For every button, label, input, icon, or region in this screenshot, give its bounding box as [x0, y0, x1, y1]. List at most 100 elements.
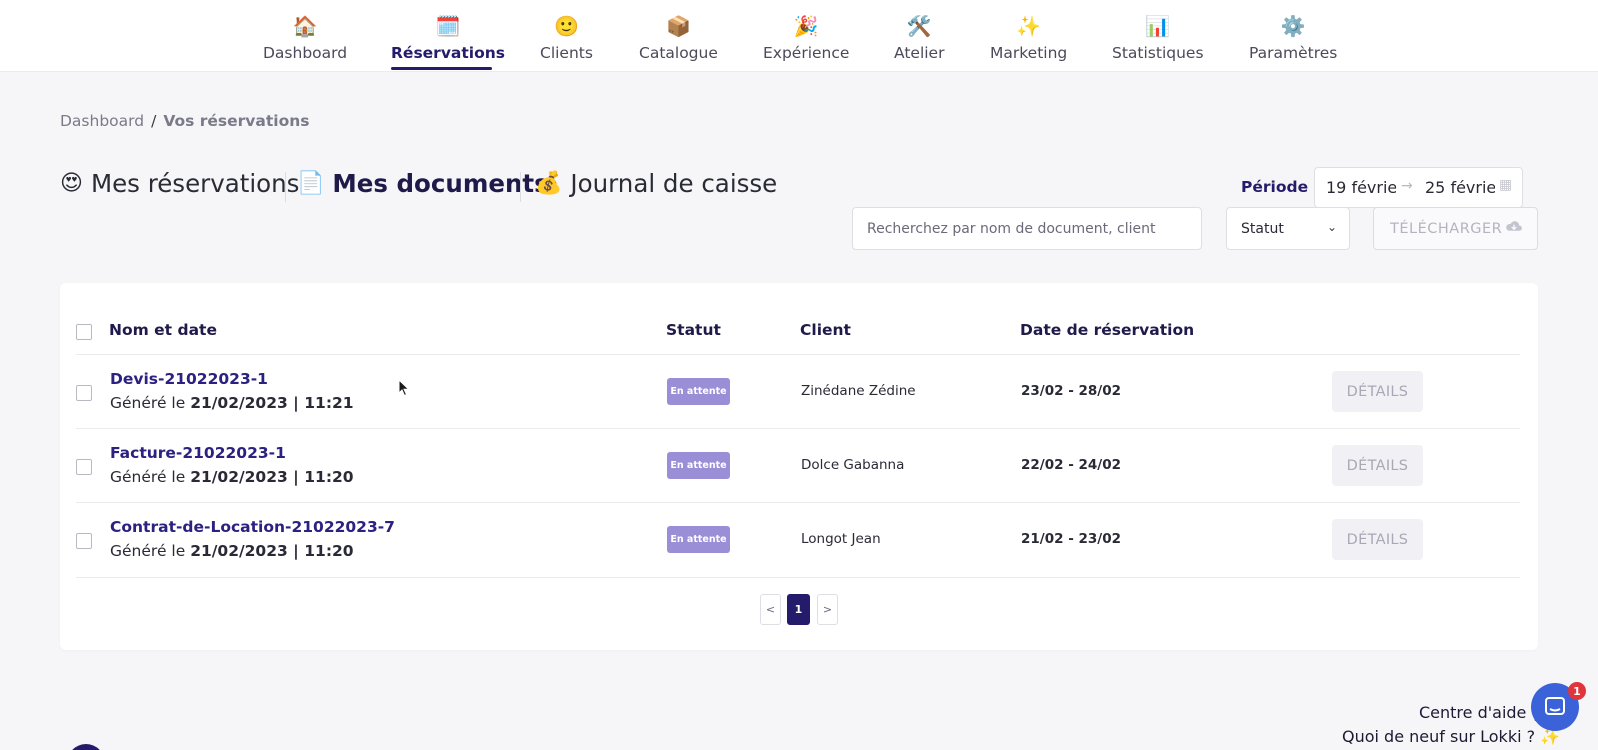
- nav-item-label: Paramètres: [1249, 44, 1338, 62]
- pagination-next-button[interactable]: >: [817, 594, 838, 625]
- generated-value: 21/02/2023 | 11:20: [190, 542, 354, 560]
- breadcrumb: Dashboard / Vos réservations: [60, 112, 309, 130]
- nav-item-parametres[interactable]: ⚙️ Paramètres: [1249, 14, 1337, 62]
- status-badge: En attente: [667, 526, 730, 553]
- row-checkbox[interactable]: [76, 385, 92, 401]
- nav-item-label: Statistiques: [1112, 44, 1204, 62]
- nav-item-label: Réservations: [391, 44, 506, 62]
- column-header-date: Date de réservation: [1020, 321, 1195, 339]
- nav-item-catalogue[interactable]: 📦 Catalogue: [639, 14, 718, 62]
- calendar-icon: ▦: [1499, 177, 1513, 193]
- tab-label: Mes documents: [332, 169, 549, 198]
- nav-item-marketing[interactable]: ✨ Marketing: [990, 14, 1067, 62]
- sparkles-icon: ✨: [1016, 14, 1042, 38]
- reservation-dates: 22/02 - 24/02: [1021, 457, 1122, 473]
- client-name: Zinédane Zédine: [801, 383, 916, 399]
- row-divider: [76, 577, 1520, 578]
- select-all-checkbox[interactable]: [76, 324, 92, 340]
- mouse-cursor-icon: [398, 379, 410, 397]
- document-generated-date: Généré le 21/02/2023 | 11:20: [110, 542, 354, 560]
- nav-item-reservations[interactable]: 🗓️ Réservations: [391, 14, 505, 62]
- top-navigation: 🏠 Dashboard 🗓️ Réservations 🙂 Clients 📦 …: [0, 0, 1598, 72]
- tab-label: Journal de caisse: [570, 169, 778, 198]
- tab-mes-documents[interactable]: 📄 Mes documents: [297, 169, 549, 198]
- reservation-dates: 23/02 - 28/02: [1021, 383, 1122, 399]
- document-generated-date: Généré le 21/02/2023 | 11:20: [110, 468, 354, 486]
- generated-label: Généré le: [110, 394, 186, 412]
- download-button[interactable]: TÉLÉCHARGER: [1373, 207, 1538, 250]
- download-button-label: TÉLÉCHARGER: [1390, 220, 1503, 237]
- status-badge: En attente: [667, 378, 730, 405]
- cloud-download-icon: [1506, 221, 1522, 231]
- breadcrumb-root-link[interactable]: Dashboard: [60, 112, 144, 130]
- column-header-status: Statut: [666, 321, 721, 339]
- nav-item-label: Clients: [540, 44, 593, 62]
- pagination-prev-button[interactable]: <: [760, 594, 781, 625]
- breadcrumb-separator: /: [151, 112, 157, 130]
- details-button[interactable]: DÉTAILS: [1332, 519, 1423, 560]
- status-filter-select[interactable]: Statut ⌄: [1226, 207, 1350, 250]
- document-name-link[interactable]: Devis-21022023-1: [110, 370, 268, 388]
- tools-icon: 🛠️: [906, 14, 932, 38]
- client-name: Dolce Gabanna: [801, 457, 905, 473]
- document-name-link[interactable]: Facture-21022023-1: [110, 444, 286, 462]
- nav-item-label: Dashboard: [263, 44, 348, 62]
- column-header-name: Nom et date: [109, 321, 217, 339]
- document-icon: 📄: [297, 171, 325, 196]
- tab-label: Mes réservations: [90, 169, 300, 198]
- nav-item-label: Atelier: [894, 44, 945, 62]
- generated-value: 21/02/2023 | 11:20: [190, 468, 354, 486]
- tab-mes-reservations[interactable]: 😍 Mes réservations: [60, 169, 299, 198]
- package-icon: 📦: [665, 14, 691, 38]
- column-header-client: Client: [800, 321, 851, 339]
- nav-item-label: Marketing: [990, 44, 1068, 62]
- money-bag-icon: 💰: [535, 171, 563, 196]
- status-badge: En attente: [667, 452, 730, 479]
- reservation-dates: 21/02 - 23/02: [1021, 531, 1122, 547]
- row-divider: [76, 354, 1520, 355]
- status-filter-label: Statut: [1241, 220, 1284, 237]
- tab-divider: [520, 172, 521, 202]
- document-generated-date: Généré le 21/02/2023 | 11:21: [110, 394, 354, 412]
- avatar[interactable]: [67, 744, 105, 750]
- documents-table-card: Nom et date Statut Client Date de réserv…: [60, 283, 1538, 650]
- tab-journal-de-caisse[interactable]: 💰 Journal de caisse: [535, 169, 777, 198]
- nav-item-statistiques[interactable]: 📊 Statistiques: [1112, 14, 1204, 62]
- generated-value: 21/02/2023 | 11:21: [190, 394, 354, 412]
- chat-notification-badge: 1: [1568, 682, 1586, 700]
- row-checkbox[interactable]: [76, 533, 92, 549]
- row-divider: [76, 428, 1520, 429]
- details-button[interactable]: DÉTAILS: [1332, 445, 1423, 486]
- bar-chart-icon: 📊: [1145, 14, 1171, 38]
- nav-item-label: Expérience: [763, 44, 850, 62]
- arrow-right-icon: →: [1401, 178, 1413, 194]
- gear-icon: ⚙️: [1280, 14, 1306, 38]
- generated-label: Généré le: [110, 542, 186, 560]
- breadcrumb-current: Vos réservations: [163, 112, 310, 130]
- nav-item-experience[interactable]: 🎉 Expérience: [763, 14, 849, 62]
- search-input[interactable]: [852, 207, 1202, 250]
- document-name-link[interactable]: Contrat-de-Location-21022023-7: [110, 518, 395, 536]
- chevron-down-icon: ⌄: [1326, 220, 1337, 234]
- period-label: Période :: [1241, 178, 1320, 196]
- client-name: Longot Jean: [801, 531, 881, 547]
- calendar-icon: 🗓️: [435, 14, 461, 38]
- smiley-icon: 🙂: [554, 14, 579, 38]
- period-end-date[interactable]: 25 février: [1425, 178, 1495, 197]
- nav-item-clients[interactable]: 🙂 Clients: [540, 14, 593, 62]
- details-button[interactable]: DÉTAILS: [1332, 371, 1423, 412]
- period-range-picker[interactable]: 19 février → 25 février ▦: [1314, 167, 1523, 208]
- nav-item-label: Catalogue: [639, 44, 718, 62]
- house-icon: 🏠: [292, 14, 318, 38]
- nav-item-dashboard[interactable]: 🏠 Dashboard: [263, 14, 347, 62]
- whats-new-link[interactable]: Quoi de neuf sur Lokki ? ✨: [1342, 727, 1560, 746]
- row-checkbox[interactable]: [76, 459, 92, 475]
- tab-divider: [285, 172, 286, 202]
- nav-item-atelier[interactable]: 🛠️ Atelier: [894, 14, 944, 62]
- heart-eyes-icon: 😍: [60, 171, 83, 196]
- pagination-page-button[interactable]: 1: [787, 594, 810, 625]
- generated-label: Généré le: [110, 468, 186, 486]
- party-popper-icon: 🎉: [793, 14, 819, 38]
- period-start-date[interactable]: 19 février: [1326, 178, 1396, 197]
- row-divider: [76, 502, 1520, 503]
